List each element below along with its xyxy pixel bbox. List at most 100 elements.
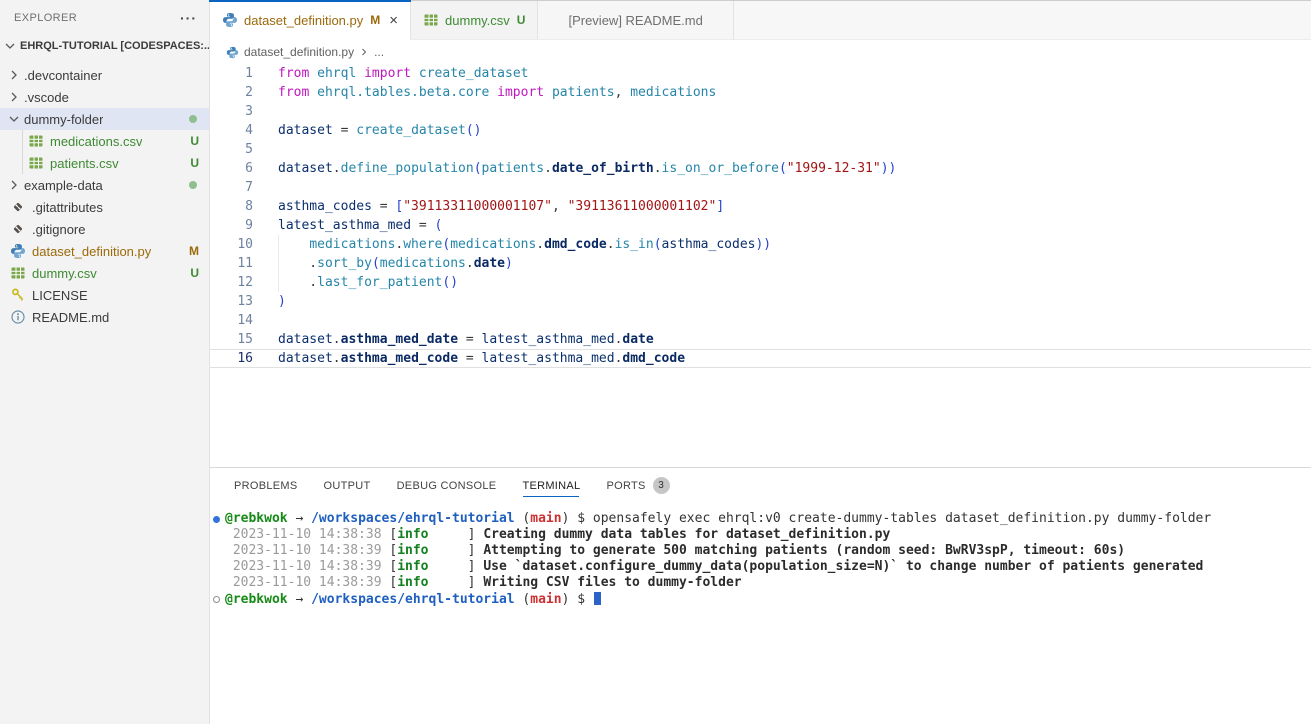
ports-count-badge: 3 xyxy=(653,477,670,494)
explorer-header: EXPLORER ··· xyxy=(0,0,209,35)
tree-item-.devcontainer[interactable]: .devcontainer xyxy=(0,64,209,86)
breadcrumb-symbol[interactable]: ... xyxy=(374,45,384,59)
editor-region: dataset_definition.pyM×dummy.csvU[Previe… xyxy=(210,0,1311,724)
tree-item-dummy-folder[interactable]: dummy-folder xyxy=(0,108,209,130)
code-line-11: 11 .sort_by(medications.date) xyxy=(210,254,1311,273)
code-line-4: 4dataset = create_dataset() xyxy=(210,121,1311,140)
close-icon[interactable]: × xyxy=(389,13,398,28)
chevright-icon xyxy=(6,177,22,193)
line-number: 8 xyxy=(210,197,278,216)
code-text: from ehrql.tables.beta.core import patie… xyxy=(278,83,716,102)
line-number: 13 xyxy=(210,292,278,311)
tree-item-label: dummy.csv xyxy=(32,266,97,281)
tree-item-README.md[interactable]: README.md xyxy=(0,306,209,328)
tree-item-.gitignore[interactable]: .gitignore xyxy=(0,218,209,240)
tree-item-LICENSE[interactable]: LICENSE xyxy=(0,284,209,306)
line-number: 2 xyxy=(210,83,278,102)
more-actions-icon[interactable]: ··· xyxy=(180,10,197,26)
code-text: medications.where(medications.dmd_code.i… xyxy=(278,235,771,254)
line-number: 7 xyxy=(210,178,278,197)
code-line-1: 1from ehrql import create_dataset xyxy=(210,64,1311,83)
code-text: asthma_codes = ["39113311000001107", "39… xyxy=(278,197,724,216)
git-icon xyxy=(10,221,26,237)
line-number: 5 xyxy=(210,140,278,159)
tree-item-dataset_definition.py[interactable]: dataset_definition.py M xyxy=(0,240,209,262)
workspace-section-header[interactable]: EHRQL-TUTORIAL [CODESPACES:... xyxy=(0,35,209,57)
terminal-line-6: @rebkwok → /workspaces/ehrql-tutorial (m… xyxy=(213,591,1311,607)
indent-guide xyxy=(278,273,279,292)
tab-label: dataset_definition.py xyxy=(244,13,363,28)
tree-item-label: example-data xyxy=(24,178,103,193)
tree-item-label: patients.csv xyxy=(50,156,119,171)
tree-item-medications.csv[interactable]: medications.csvU xyxy=(0,130,209,152)
git-status-badge: U xyxy=(517,13,526,27)
terminal-text: 2023-11-10 14:38:38 [info ] Creating dum… xyxy=(225,527,890,543)
breadcrumb[interactable]: dataset_definition.py ... xyxy=(210,40,1311,64)
tree-item-label: LICENSE xyxy=(32,288,88,303)
terminal-text: @rebkwok → /workspaces/ehrql-tutorial (m… xyxy=(225,511,1211,527)
git-icon xyxy=(10,199,26,215)
terminal-text: @rebkwok → /workspaces/ehrql-tutorial (m… xyxy=(225,590,601,608)
panel-tab-ports[interactable]: PORTS3 xyxy=(606,468,669,503)
csv-icon xyxy=(10,265,26,281)
tree-item-label: medications.csv xyxy=(50,134,142,149)
terminal-line-2: 2023-11-10 14:38:38 [info ] Creating dum… xyxy=(213,527,1311,543)
tab-dummy.csv[interactable]: dummy.csvU xyxy=(411,1,538,39)
terminal[interactable]: @rebkwok → /workspaces/ehrql-tutorial (m… xyxy=(210,503,1311,607)
explorer-sidebar: EXPLORER ··· EHRQL-TUTORIAL [CODESPACES:… xyxy=(0,0,210,724)
indent-guide xyxy=(22,130,23,152)
code-line-7: 7 xyxy=(210,178,1311,197)
panel-tab-terminal[interactable]: TERMINAL xyxy=(522,468,580,503)
info-icon xyxy=(10,309,26,325)
tree-item-label: .gitattributes xyxy=(32,200,103,215)
command-success-icon xyxy=(213,516,220,523)
tab-bar: dataset_definition.pyM×dummy.csvU[Previe… xyxy=(210,0,1311,40)
tree-item-.gitattributes[interactable]: .gitattributes xyxy=(0,196,209,218)
code-text: dataset.define_population(patients.date_… xyxy=(278,159,896,178)
line-number: 11 xyxy=(210,254,278,273)
code-line-12: 12 .last_for_patient() xyxy=(210,273,1311,292)
code-text: ) xyxy=(278,292,286,311)
line-number: 15 xyxy=(210,330,278,349)
modified-dot-icon xyxy=(189,115,197,123)
tab-[Preview] README.md[interactable]: [Preview] README.md xyxy=(538,1,733,39)
terminal-text: 2023-11-10 14:38:39 [info ] Writing CSV … xyxy=(225,575,742,591)
tree-item-label: dataset_definition.py xyxy=(32,244,151,259)
command-decoration xyxy=(213,516,225,523)
python-icon xyxy=(226,46,239,59)
indent-guide xyxy=(278,254,279,273)
chevron-down-icon xyxy=(2,38,18,54)
code-line-5: 5 xyxy=(210,140,1311,159)
panel-tab-problems[interactable]: PROBLEMS xyxy=(234,468,298,503)
terminal-line-3: 2023-11-10 14:38:39 [info ] Attempting t… xyxy=(213,543,1311,559)
line-number: 6 xyxy=(210,159,278,178)
line-number: 9 xyxy=(210,216,278,235)
code-area[interactable]: 1from ehrql import create_dataset2from e… xyxy=(210,64,1311,467)
terminal-cursor xyxy=(594,592,601,605)
chevright-icon xyxy=(6,67,22,83)
git-status-badge: U xyxy=(190,156,199,170)
chevron-right-icon xyxy=(358,46,370,58)
git-status-badge: M xyxy=(189,244,199,258)
panel-tab-debug-console[interactable]: DEBUG CONSOLE xyxy=(397,468,497,503)
tree-item-example-data[interactable]: example-data xyxy=(0,174,209,196)
line-number: 4 xyxy=(210,121,278,140)
panel-tab-bar: PROBLEMS OUTPUT DEBUG CONSOLE TERMINAL PORTS… xyxy=(210,468,1311,503)
csv-icon xyxy=(423,12,439,28)
panel-tab-output[interactable]: OUTPUT xyxy=(324,468,371,503)
terminal-line-5: 2023-11-10 14:38:39 [info ] Writing CSV … xyxy=(213,575,1311,591)
code-line-6: 6dataset.define_population(patients.date… xyxy=(210,159,1311,178)
python-icon xyxy=(10,243,26,259)
command-pending-icon xyxy=(213,596,220,603)
tree-item-patients.csv[interactable]: patients.csv U xyxy=(0,152,209,174)
tree-item-dummy.csv[interactable]: dummy.csvU xyxy=(0,262,209,284)
breadcrumb-file[interactable]: dataset_definition.py xyxy=(244,45,354,59)
tab-dataset_definition.py[interactable]: dataset_definition.pyM× xyxy=(210,1,411,39)
explorer-title: EXPLORER xyxy=(14,12,77,24)
indent-guide xyxy=(22,152,23,174)
panel-tab-label: OUTPUT xyxy=(324,480,371,492)
code-text: from ehrql import create_dataset xyxy=(278,64,528,83)
tree-item-.vscode[interactable]: .vscode xyxy=(0,86,209,108)
tree-item-label: README.md xyxy=(32,310,109,325)
line-number: 3 xyxy=(210,102,278,121)
